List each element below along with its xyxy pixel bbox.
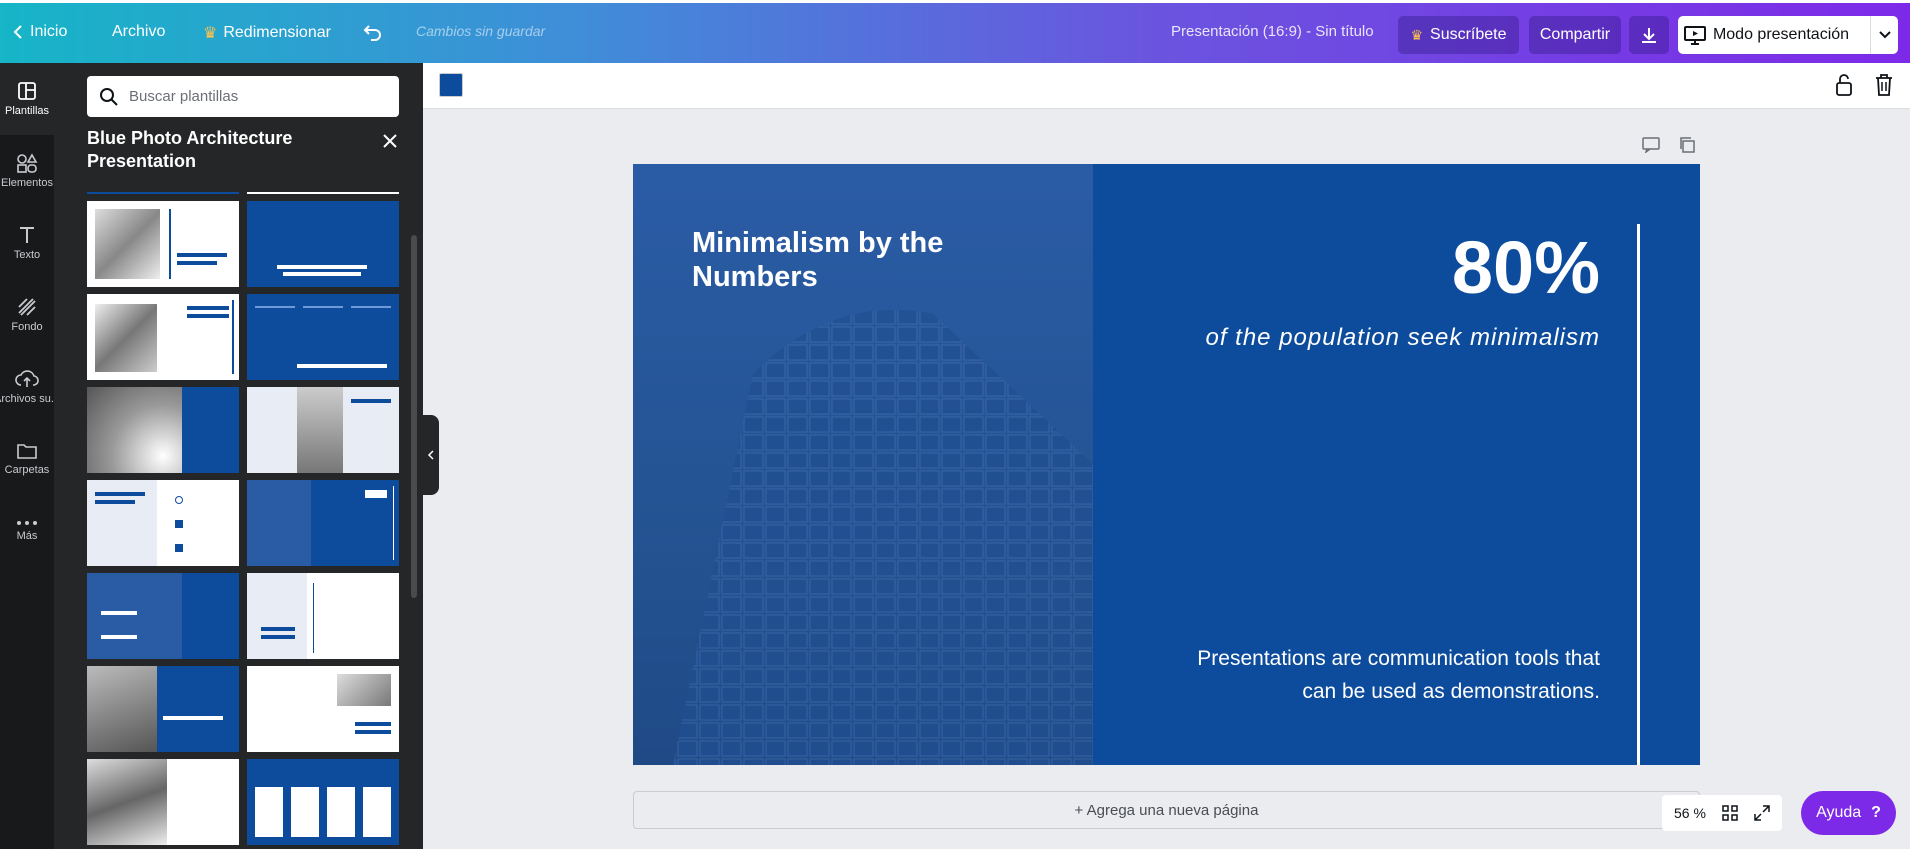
template-thumbnail[interactable] [87, 573, 239, 659]
search-icon [100, 87, 118, 106]
present-button[interactable]: Modo presentación [1678, 16, 1898, 54]
add-page-button[interactable]: + Agrega una nueva página [633, 791, 1700, 829]
undo-icon [363, 25, 381, 41]
slide-vertical-line[interactable] [1637, 224, 1640, 765]
search-box[interactable] [87, 76, 399, 117]
template-thumbnail[interactable] [247, 480, 399, 566]
elements-icon [17, 153, 38, 173]
slide-subtitle[interactable]: of the population seek minimalism [1205, 324, 1600, 352]
presentation-icon [1683, 26, 1706, 45]
divider [247, 192, 399, 194]
rail-item-uploads[interactable]: Archivos su... [0, 351, 54, 423]
template-thumbnail[interactable] [87, 387, 239, 473]
background-icon [18, 298, 36, 316]
slide-body-text[interactable]: Presentations are communication tools th… [1180, 642, 1600, 708]
rail-label: Plantillas [4, 105, 50, 117]
chevron-left-icon [13, 25, 22, 39]
fullscreen-icon[interactable] [1754, 805, 1770, 821]
help-button[interactable]: Ayuda ? [1801, 791, 1896, 835]
resize-label: Redimensionar [223, 24, 331, 41]
top-bar: Inicio Archivo ♛ Redimensionar Cambios s… [0, 0, 1910, 63]
slide-big-number[interactable]: 80% [1452, 226, 1600, 310]
slide-canvas[interactable]: Minimalism by the Numbers 80% of the pop… [633, 164, 1700, 765]
home-button[interactable]: Inicio [12, 23, 67, 41]
question-icon: ? [1871, 804, 1881, 821]
help-label: Ayuda [1816, 804, 1862, 821]
editor-toolbar [423, 63, 1910, 109]
search-input[interactable] [129, 88, 379, 105]
rail-label: Más [16, 530, 38, 542]
rail-label: Fondo [11, 321, 43, 333]
scrollbar[interactable] [411, 235, 417, 598]
resize-button[interactable]: ♛ Redimensionar [203, 23, 331, 43]
template-thumbnail[interactable] [87, 480, 239, 566]
rail-label: Carpetas [4, 464, 50, 476]
subscribe-label: Suscríbete [1430, 26, 1507, 43]
template-thumbnail[interactable] [247, 573, 399, 659]
template-thumbnail[interactable] [247, 201, 399, 287]
chevron-left-icon [427, 450, 434, 460]
template-thumbnail[interactable] [87, 666, 239, 752]
unsaved-status: Cambios sin guardar [416, 23, 546, 39]
divider [1870, 16, 1872, 54]
templates-icon [18, 82, 36, 100]
templates-panel: Blue Photo Architecture Presentation [54, 63, 423, 849]
rail-item-folders[interactable]: Carpetas [0, 423, 54, 495]
template-thumbnail[interactable] [87, 294, 239, 380]
panel-title: Blue Photo Architecture Presentation [87, 128, 293, 171]
crown-icon: ♛ [203, 25, 218, 42]
rail-item-background[interactable]: Fondo [0, 279, 54, 351]
divider [87, 192, 239, 194]
lock-icon[interactable] [1834, 73, 1854, 97]
zoom-level[interactable]: 56 % [1674, 805, 1706, 821]
chevron-down-icon[interactable] [1878, 30, 1892, 40]
left-rail: Plantillas Elementos Texto Fondo Archivo… [0, 63, 54, 849]
rail-label: Elementos [1, 177, 53, 189]
file-menu-button[interactable]: Archivo [112, 23, 165, 41]
trash-icon[interactable] [1874, 73, 1894, 97]
home-label: Inicio [30, 23, 68, 40]
rail-item-more[interactable]: Más [0, 495, 54, 567]
template-thumbnail[interactable] [247, 294, 399, 380]
share-label: Compartir [1539, 26, 1611, 43]
template-thumbnail[interactable] [247, 666, 399, 752]
present-label: Modo presentación [1712, 26, 1850, 43]
rail-label: Texto [13, 249, 41, 261]
grid-view-icon[interactable] [1722, 805, 1738, 821]
rail-label: Archivos su... [0, 393, 54, 405]
download-icon [1642, 28, 1656, 43]
duplicate-icon[interactable] [1678, 136, 1696, 154]
undo-button[interactable] [363, 23, 383, 41]
rail-item-elements[interactable]: Elementos [0, 135, 54, 207]
template-thumbnail[interactable] [247, 759, 399, 845]
close-icon[interactable] [379, 130, 401, 152]
color-swatch[interactable] [439, 73, 463, 97]
upload-icon [15, 370, 39, 387]
text-icon [20, 227, 34, 243]
download-button[interactable] [1629, 16, 1669, 54]
zoom-controls: 56 % [1662, 795, 1782, 831]
file-label: Archivo [112, 23, 166, 40]
crown-icon: ♛ [1410, 26, 1424, 43]
more-icon [17, 521, 37, 525]
slide-title[interactable]: Minimalism by the Numbers [692, 226, 952, 294]
document-title[interactable]: Presentación (16:9) - Sin título [1171, 23, 1374, 40]
panel-collapse-button[interactable] [423, 415, 439, 495]
comment-icon[interactable] [1642, 137, 1660, 153]
template-thumbnail[interactable] [87, 759, 239, 845]
rail-item-templates[interactable]: Plantillas [0, 63, 54, 135]
share-button[interactable]: Compartir [1529, 16, 1621, 54]
folder-icon [17, 444, 37, 459]
template-thumbnail[interactable] [87, 201, 239, 287]
subscribe-button[interactable]: ♛ Suscríbete [1398, 16, 1519, 54]
template-thumbnail[interactable] [247, 387, 399, 473]
rail-item-text[interactable]: Texto [0, 207, 54, 279]
